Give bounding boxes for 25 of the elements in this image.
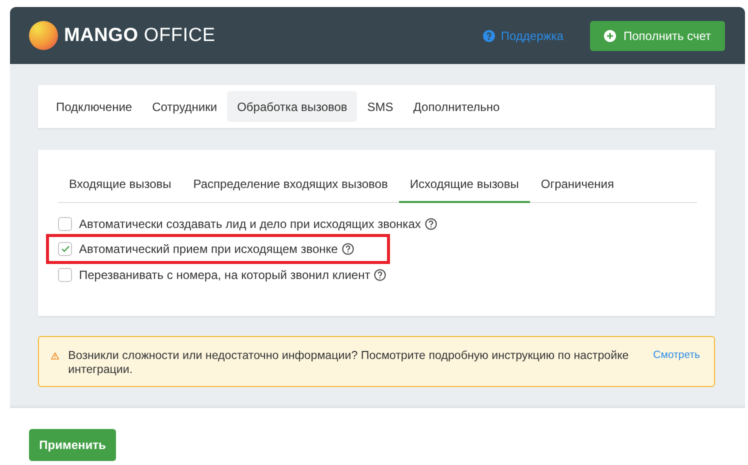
section-tab[interactable]: Дополнительно [403,91,510,122]
option-label: Автоматически создавать лид и дело при исходящих звонках [79,216,421,230]
checkbox[interactable] [58,242,72,256]
calls-tab[interactable]: Ограничения [530,166,626,203]
plus-icon [604,30,616,42]
checkbox[interactable] [58,268,72,282]
warning-icon [51,350,60,362]
alert-text: Возникли сложности или недостаточно информации? Посмотрите подробную инструкцию по настройке интеграции. [68,349,630,377]
help-icon[interactable] [342,243,354,255]
calls-tab[interactable]: Исходящие вызовы [398,166,530,203]
help-icon[interactable] [374,268,386,280]
section-tab[interactable]: Обработка вызовов [227,91,358,122]
calls-tab[interactable]: Входящие вызовы [58,166,182,203]
logo-icon [29,21,58,50]
section-tab[interactable]: Сотрудники [142,91,228,122]
logo: MANGO OFFICE [64,24,216,46]
section-tab[interactable]: SMS [357,91,404,122]
section-tab[interactable]: Подключение [46,91,142,122]
check-icon [60,245,70,253]
option-label: Автоматический прием при исходящем звонке [79,242,338,256]
option-label: Перезванивать с номера, на который звонил клиент [79,268,370,282]
checkbox[interactable] [58,216,72,230]
help-icon [482,30,495,42]
help-icon[interactable] [424,218,437,230]
calls-tab[interactable]: Распределение входящих вызовов [182,166,399,203]
